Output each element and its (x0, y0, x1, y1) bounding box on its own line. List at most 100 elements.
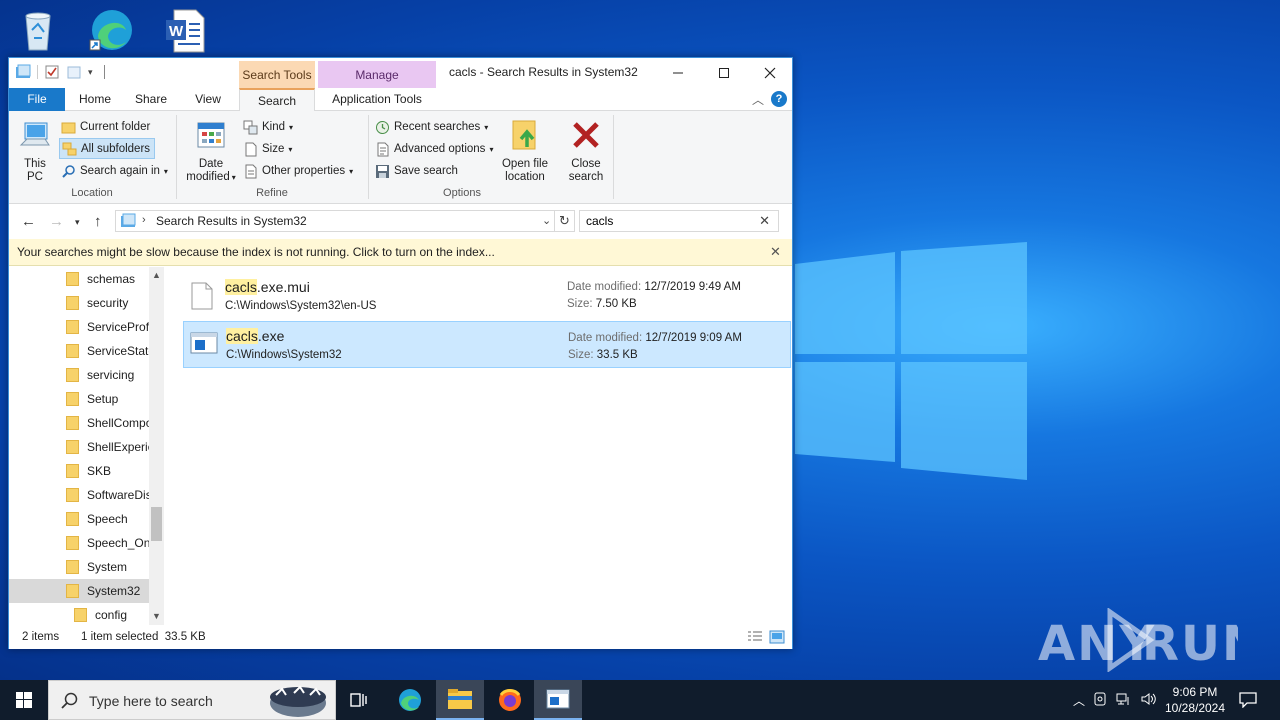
tab-search[interactable]: Search (239, 88, 315, 112)
edge-taskbar-button[interactable] (386, 680, 434, 720)
qat-divider-2 (104, 65, 105, 79)
task-view-button[interactable] (336, 680, 384, 720)
tab-home[interactable]: Home (69, 88, 121, 111)
search-results-pane: cacls.exe.mui C:\Windows\System32\en-US … (169, 267, 792, 625)
this-pc-label-2: PC (27, 171, 43, 183)
back-arrow-icon[interactable]: ← (21, 213, 36, 230)
clear-search-icon[interactable]: ✕ (759, 213, 770, 229)
nav-item-security[interactable]: security (9, 291, 149, 315)
size-button[interactable]: Size ▾ (243, 139, 292, 159)
maximize-button[interactable] (701, 58, 747, 88)
nav-item-label: Setup (87, 392, 119, 406)
nav-item-system32[interactable]: System32 (9, 579, 149, 603)
firefox-taskbar-button[interactable] (486, 680, 534, 720)
date-label: Date modified: (568, 332, 643, 344)
refresh-button[interactable]: ↻ (555, 210, 575, 232)
nav-item-shellexperiences[interactable]: ShellExperie (9, 435, 154, 459)
list-item[interactable]: cacls.exe.mui C:\Windows\System32\en-US … (183, 273, 791, 320)
clock-date: 10/28/2024 (1164, 701, 1226, 715)
address-dropdown-icon[interactable]: ⌄ (542, 214, 551, 227)
minimize-button[interactable] (655, 58, 701, 88)
nav-item-skb[interactable]: SKB (9, 459, 149, 483)
date-modified-label-2: modified (186, 171, 230, 183)
close-button[interactable] (747, 58, 793, 88)
clock-time: 9:06 PM (1172, 685, 1218, 699)
collapse-ribbon-icon[interactable]: ︿ (752, 91, 764, 108)
list-item[interactable]: cacls.exe C:\Windows\System32 Date modif… (183, 321, 791, 368)
advanced-options-dropdown-icon: ▾ (489, 144, 494, 154)
title-bar[interactable]: ▾ Search Tools Manage cacls - Search Res… (9, 58, 793, 89)
help-icon[interactable]: ? (771, 91, 787, 107)
edge-shortcut-icon[interactable] (88, 6, 136, 54)
start-button[interactable] (0, 680, 48, 720)
close-search-button[interactable]: Close search (564, 119, 608, 184)
nav-item-label: ShellCompo (87, 416, 153, 430)
file-explorer-taskbar-button[interactable] (436, 680, 484, 720)
open-file-location-button[interactable]: Open file location (499, 119, 551, 184)
nav-item-servicing[interactable]: servicing (9, 363, 149, 387)
kind-dropdown-icon: ▾ (289, 122, 294, 132)
nav-item-label: SKB (87, 464, 112, 478)
this-pc-button[interactable]: This PC (15, 119, 55, 184)
search-again-icon (61, 164, 76, 179)
taskbar-clock[interactable]: 9:06 PM 10/28/2024 (1162, 684, 1228, 716)
qat-dropdown-icon[interactable]: ▾ (88, 64, 98, 80)
up-arrow-icon[interactable]: ↑ (94, 213, 102, 230)
details-view-icon[interactable] (747, 630, 763, 647)
notifications-button[interactable] (1230, 680, 1266, 720)
ribbon-tabs: File Home Share View Search Application … (9, 88, 792, 112)
index-info-bar[interactable]: Your searches might be slow because the … (9, 239, 792, 266)
minimize-icon (673, 72, 683, 74)
large-icons-view-icon[interactable] (769, 630, 785, 647)
all-subfolders-button[interactable]: All subfolders (59, 138, 156, 159)
properties-icon[interactable] (44, 64, 60, 80)
nav-item-label: security (87, 296, 129, 310)
tab-share[interactable]: Share (125, 88, 177, 111)
nav-item-config[interactable]: config (9, 603, 149, 625)
dismiss-info-bar-icon[interactable]: ✕ (770, 244, 781, 260)
advanced-options-button[interactable]: Advanced options ▾ (375, 139, 493, 159)
nav-item-speech-onecore[interactable]: Speech_One (9, 531, 157, 555)
nav-item-system[interactable]: System (9, 555, 149, 579)
nav-item-schemas[interactable]: schemas (9, 267, 149, 291)
tab-view[interactable]: View (181, 88, 235, 111)
kind-button[interactable]: Kind ▾ (243, 117, 293, 137)
scroll-down-icon[interactable]: ▼ (152, 611, 161, 621)
word-document-icon[interactable]: W (160, 6, 208, 54)
close-search-label-2: search (568, 171, 604, 183)
nav-item-label: schemas (87, 272, 136, 286)
recycle-bin-icon[interactable] (14, 6, 62, 54)
tab-file[interactable]: File (9, 88, 65, 111)
show-hidden-icons-icon[interactable]: ︿ (1070, 692, 1088, 709)
nav-item-setup[interactable]: Setup (9, 387, 149, 411)
search-box[interactable]: ✕ (579, 210, 779, 232)
folder-icon (66, 464, 79, 478)
cacls-app-taskbar-button[interactable] (534, 680, 582, 720)
volume-icon[interactable] (1136, 692, 1160, 709)
new-folder-icon[interactable] (66, 64, 82, 80)
nav-item-softwaredistribution[interactable]: SoftwareDis (9, 483, 152, 507)
nav-item-speech[interactable]: Speech (9, 507, 149, 531)
address-bar[interactable]: › Search Results in System32 ⌄ (115, 210, 555, 232)
nav-item-shellcomponents[interactable]: ShellCompo (9, 411, 153, 435)
file-path: C:\Windows\System32 (226, 349, 342, 361)
search-input[interactable] (586, 214, 756, 228)
taskbar-search-box[interactable]: Type here to search (48, 680, 336, 720)
other-properties-button[interactable]: Other properties ▾ (243, 161, 353, 181)
nav-scroll-thumb[interactable] (151, 507, 162, 541)
forward-arrow-icon[interactable]: → (49, 213, 64, 230)
save-search-button[interactable]: Save search (375, 161, 458, 181)
recent-locations-dropdown-icon[interactable]: ▾ (75, 217, 80, 228)
current-folder-button[interactable]: Current folder (59, 117, 152, 137)
scroll-up-icon[interactable]: ▲ (152, 270, 161, 280)
network-icon[interactable] (1112, 692, 1136, 709)
device-icon[interactable] (1088, 692, 1112, 709)
tab-application-tools[interactable]: Application Tools (318, 88, 436, 111)
nav-scrollbar[interactable]: ▲ ▼ (149, 267, 164, 625)
recent-searches-button[interactable]: Recent searches ▾ (375, 117, 488, 137)
search-again-button[interactable]: Search again in ▾ (59, 161, 170, 181)
nav-item-servicestate[interactable]: ServiceState (9, 339, 155, 363)
folder-icon (66, 392, 79, 406)
nav-item-serviceprofiles[interactable]: ServiceProfi (9, 315, 152, 339)
date-modified-button[interactable]: Date modified ▾ (181, 119, 241, 184)
